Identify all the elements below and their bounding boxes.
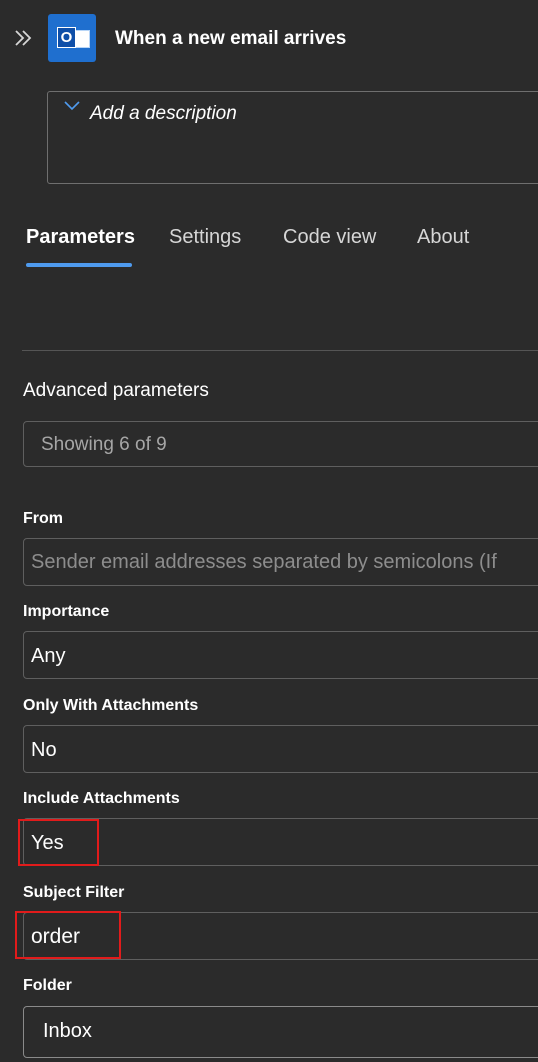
importance-dropdown[interactable] bbox=[23, 631, 538, 679]
include-attachments-value: Yes bbox=[31, 832, 64, 854]
divider bbox=[22, 350, 538, 351]
advanced-parameters-count: Showing 6 of 9 bbox=[41, 434, 167, 455]
importance-label: Importance bbox=[23, 603, 110, 620]
tab-parameters[interactable]: Parameters bbox=[26, 226, 135, 249]
folder-picker[interactable] bbox=[23, 1006, 538, 1058]
folder-label: Folder bbox=[23, 977, 72, 994]
outlook-icon: O bbox=[48, 14, 96, 62]
tab-about[interactable]: About bbox=[417, 226, 469, 249]
only-with-attachments-dropdown[interactable] bbox=[23, 725, 538, 773]
from-placeholder: Sender email addresses separated by semi… bbox=[31, 551, 497, 573]
double-chevron-right-icon[interactable] bbox=[12, 26, 34, 50]
importance-value: Any bbox=[31, 645, 66, 667]
subject-filter-label: Subject Filter bbox=[23, 884, 125, 901]
tab-settings[interactable]: Settings bbox=[169, 226, 241, 249]
chevron-down-icon[interactable] bbox=[64, 98, 80, 114]
tab-code-view[interactable]: Code view bbox=[283, 226, 376, 249]
subject-filter-value: order bbox=[31, 925, 81, 948]
include-attachments-label: Include Attachments bbox=[23, 790, 180, 807]
only-with-attachments-value: No bbox=[31, 739, 57, 761]
active-tab-indicator bbox=[26, 263, 132, 267]
only-with-attachments-label: Only With Attachments bbox=[23, 697, 199, 714]
folder-value: Inbox bbox=[43, 1020, 92, 1042]
include-attachments-dropdown[interactable] bbox=[23, 818, 538, 866]
description-placeholder: Add a description bbox=[90, 103, 237, 124]
advanced-parameters-label: Advanced parameters bbox=[23, 380, 209, 401]
from-label: From bbox=[23, 510, 63, 527]
page-title: When a new email arrives bbox=[115, 28, 347, 49]
